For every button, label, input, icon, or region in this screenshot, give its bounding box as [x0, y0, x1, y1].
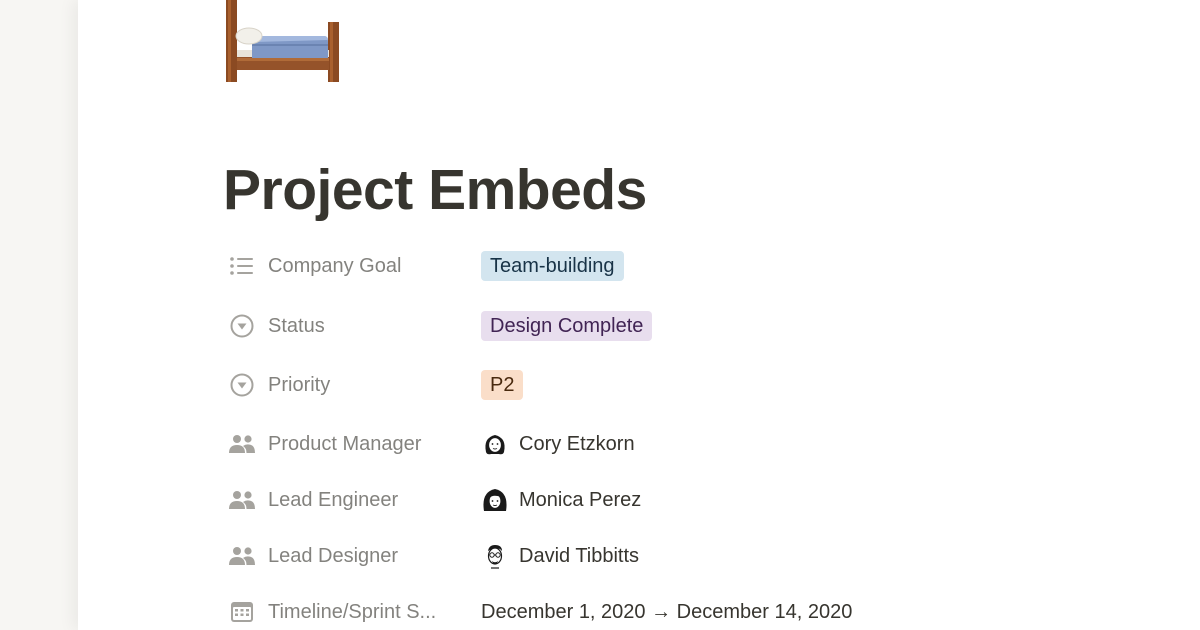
person-name[interactable]: Monica Perez — [519, 489, 641, 512]
property-label[interactable]: Priority — [228, 368, 330, 402]
tag-design-complete[interactable]: Design Complete — [481, 311, 653, 341]
property-label-text: Timeline/Sprint S... — [268, 600, 437, 623]
person-icon — [228, 486, 256, 514]
property-value-product-manager[interactable]: Cory Etzkorn — [481, 427, 635, 461]
person-icon — [228, 542, 256, 570]
select-icon — [228, 371, 256, 399]
property-value-lead-designer[interactable]: David Tibbitts — [481, 539, 639, 573]
property-label[interactable]: Timeline/Sprint S... — [228, 595, 436, 629]
tag-team-building[interactable]: Team-building — [481, 251, 624, 281]
property-row-company-goal[interactable]: Company Goal Team-building — [228, 249, 928, 283]
avatar[interactable] — [481, 486, 509, 514]
property-label-text: Lead Engineer — [268, 488, 399, 511]
property-value-lead-engineer[interactable]: Monica Perez — [481, 483, 641, 517]
property-label[interactable]: Lead Engineer — [228, 483, 398, 517]
page-title[interactable]: Project Embeds — [223, 156, 647, 224]
property-row-priority[interactable]: Priority P2 — [228, 368, 928, 402]
property-value-timeline[interactable]: December 1, 2020 → December 14, 2020 — [481, 595, 852, 629]
sidebar-edge — [0, 0, 78, 630]
property-row-product-manager[interactable]: Product Manager Cory Etzkorn — [228, 427, 928, 461]
property-label-text: Product Manager — [268, 432, 422, 455]
calendar-icon — [228, 598, 256, 626]
property-row-lead-engineer[interactable]: Lead Engineer Monica Perez — [228, 483, 928, 517]
property-row-timeline[interactable]: Timeline/Sprint S... December 1, 2020 → … — [228, 595, 928, 629]
property-label[interactable]: Status — [228, 309, 325, 343]
property-label[interactable]: Product Manager — [228, 427, 421, 461]
select-icon — [228, 312, 256, 340]
date-range[interactable]: December 1, 2020 → December 14, 2020 — [481, 601, 852, 624]
property-value-priority[interactable]: P2 — [481, 368, 524, 402]
tag-p2[interactable]: P2 — [481, 370, 524, 400]
bed-icon[interactable] — [224, 0, 342, 84]
person-name[interactable]: David Tibbitts — [519, 545, 639, 568]
property-label-text: Status — [268, 314, 325, 337]
person-icon — [228, 430, 256, 458]
avatar[interactable] — [481, 542, 509, 570]
list-icon — [228, 252, 256, 280]
person-name[interactable]: Cory Etzkorn — [519, 433, 635, 456]
property-label-text: Company Goal — [268, 254, 402, 277]
property-value-status[interactable]: Design Complete — [481, 309, 653, 343]
property-value-company-goal[interactable]: Team-building — [481, 249, 624, 283]
property-row-status[interactable]: Status Design Complete — [228, 309, 928, 343]
property-row-lead-designer[interactable]: Lead Designer David Tibbitts — [228, 539, 928, 573]
property-label[interactable]: Lead Designer — [228, 539, 398, 573]
property-label-text: Lead Designer — [268, 544, 399, 567]
property-label-text: Priority — [268, 373, 331, 396]
property-label[interactable]: Company Goal — [228, 249, 401, 283]
avatar[interactable] — [481, 430, 509, 458]
